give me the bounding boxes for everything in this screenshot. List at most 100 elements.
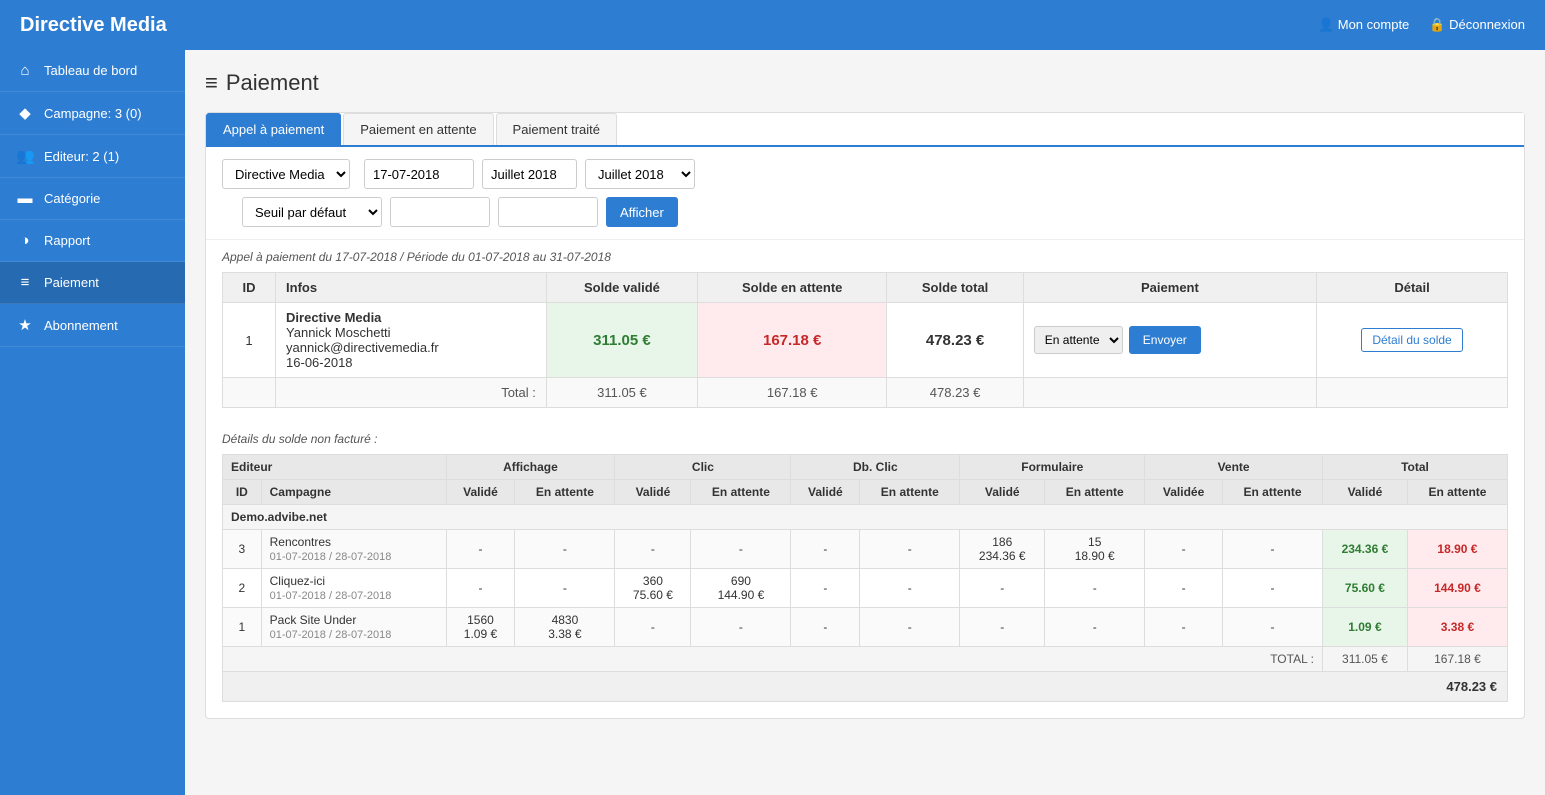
detail-db-v: - (791, 530, 860, 569)
cell-paiement: En attente Envoyé Traité Envoyer (1023, 303, 1316, 378)
contact-email: yannick@directivemedia.fr (286, 340, 439, 355)
date-input[interactable] (364, 159, 474, 189)
detail-clic-v: - (615, 608, 691, 647)
contact-name: Yannick Moschetti (286, 325, 391, 340)
col-editeur-header: Editeur (223, 455, 447, 480)
detail-solde-button[interactable]: Détail du solde (1361, 328, 1462, 352)
detail-db-a: - (860, 569, 960, 608)
subh-total-attente: En attente (1407, 480, 1507, 505)
detail-campagne: Pack Site Under01-07-2018 / 28-07-2018 (261, 608, 446, 647)
company-name: Directive Media (286, 310, 381, 325)
lock-icon: 🔒 (1429, 17, 1449, 32)
sidebar-item-categorie[interactable]: ▬ Catégorie (0, 178, 185, 220)
payment-info-text: Appel à paiement du 17-07-2018 / Période… (206, 240, 1524, 264)
account-icon: 👤 (1318, 17, 1338, 32)
detail-aff-a: 48303.38 € (515, 608, 615, 647)
sidebar-item-label: Campagne: 3 (0) (44, 106, 142, 121)
detail-db-a: - (860, 530, 960, 569)
sidebar-item-rapport[interactable]: ◑ Rapport (0, 220, 185, 262)
detail-table: Editeur Affichage Clic Db. Clic Formulai… (222, 454, 1508, 702)
chart-icon: ◑ (16, 232, 34, 249)
seuil-select[interactable]: Seuil par défaut (242, 197, 382, 227)
detail-grand-total-row: 478.23 € (223, 672, 1508, 702)
detail-id: 3 (223, 530, 262, 569)
detail-table-row: 1 Pack Site Under01-07-2018 / 28-07-2018… (223, 608, 1508, 647)
detail-db-v: - (791, 608, 860, 647)
sidebar-item-editeur[interactable]: 👥 Editeur: 2 (1) (0, 135, 185, 178)
detail-form-a: - (1045, 569, 1145, 608)
month-select[interactable]: Juillet 2018 (585, 159, 695, 189)
col-solde-valide: Solde validé (546, 273, 697, 303)
detail-db-v: - (791, 569, 860, 608)
table-row: 1 Directive Media Yannick Moschetti yann… (223, 303, 1508, 378)
col-solde-attente: Solde en attente (697, 273, 886, 303)
sidebar-item-campagne[interactable]: ◆ Campagne: 3 (0) (0, 92, 185, 135)
subh-campagne: Campagne (261, 480, 446, 505)
cell-detail: Détail du solde (1317, 303, 1508, 378)
detail-total-footer-row: TOTAL : 311.05 € 167.18 € (223, 647, 1508, 672)
group-row: Demo.advibe.net (223, 505, 1508, 530)
subh-db-attente: En attente (860, 480, 960, 505)
tab-paiement-traite[interactable]: Paiement traité (496, 113, 617, 145)
col-clic-header: Clic (615, 455, 791, 480)
users-icon: 👥 (16, 147, 34, 165)
tab-paiement-attente[interactable]: Paiement en attente (343, 113, 493, 145)
app-title: Directive Media (20, 14, 167, 37)
payment-status-select[interactable]: En attente Envoyé Traité (1034, 326, 1123, 354)
cell-id: 1 (223, 303, 276, 378)
sidebar-item-label: Catégorie (44, 191, 100, 206)
main-table-wrapper: ID Infos Solde validé Solde en attente S… (206, 264, 1524, 416)
date-from-input[interactable]: 01-07-2018 (390, 197, 490, 227)
detail-section-title: Détails du solde non facturé : (222, 432, 1508, 446)
subh-clic-valide: Validé (615, 480, 691, 505)
detail-total-footer-valide: 311.05 € (1322, 647, 1407, 672)
detail-form-a: 1518.90 € (1045, 530, 1145, 569)
cell-solde-total: 478.23 € (887, 303, 1023, 378)
envoyer-button[interactable]: Envoyer (1129, 326, 1201, 354)
main-content: ≡ Paiement Appel à paiement Paiement en … (185, 50, 1545, 795)
subh-id: ID (223, 480, 262, 505)
subh-total-valide: Validé (1322, 480, 1407, 505)
tabs-bar: Appel à paiement Paiement en attente Pai… (206, 113, 1524, 147)
deconnexion-link[interactable]: 🔒 Déconnexion (1429, 17, 1525, 33)
page-title: ≡ Paiement (205, 70, 1525, 96)
payment-icon: ≡ (16, 274, 34, 291)
col-infos: Infos (276, 273, 547, 303)
detail-id: 1 (223, 608, 262, 647)
sidebar-item-abonnement[interactable]: ★ Abonnement (0, 304, 185, 347)
col-id: ID (223, 273, 276, 303)
subh-aff-valide: Validé (446, 480, 515, 505)
detail-section: Détails du solde non facturé : Editeur A… (206, 432, 1524, 718)
date-to-input[interactable]: 31-07-2018 (498, 197, 598, 227)
detail-vente-v: - (1145, 569, 1223, 608)
col-detail: Détail (1317, 273, 1508, 303)
total-attente: 167.18 € (697, 378, 886, 408)
detail-aff-v: - (446, 569, 515, 608)
sidebar-item-paiement[interactable]: ≡ Paiement (0, 262, 185, 304)
table-total-row: Total : 311.05 € 167.18 € 478.23 € (223, 378, 1508, 408)
detail-aff-v: 15601.09 € (446, 608, 515, 647)
company-select[interactable]: Directive Media (222, 159, 350, 189)
detail-total-v: 234.36 € (1322, 530, 1407, 569)
detail-table-row: 2 Cliquez-ici01-07-2018 / 28-07-2018 - -… (223, 569, 1508, 608)
detail-aff-v: - (446, 530, 515, 569)
detail-clic-v: - (615, 530, 691, 569)
month-input (482, 159, 577, 189)
detail-vente-v: - (1145, 608, 1223, 647)
sidebar-item-tableau-de-bord[interactable]: ⌂ Tableau de bord (0, 50, 185, 92)
afficher-button[interactable]: Afficher (606, 197, 678, 227)
sidebar-item-label: Tableau de bord (44, 63, 137, 78)
subh-vente-valide: Validée (1145, 480, 1223, 505)
detail-header-row-2: ID Campagne Validé En attente Validé En … (223, 480, 1508, 505)
tab-appel-paiement[interactable]: Appel à paiement (206, 113, 341, 145)
detail-total-a: 144.90 € (1407, 569, 1507, 608)
col-solde-total: Solde total (887, 273, 1023, 303)
detail-vente-v: - (1145, 530, 1223, 569)
mon-compte-link[interactable]: 👤 Mon compte (1318, 17, 1409, 33)
total-label: Total : (276, 378, 547, 408)
detail-form-v: 186234.36 € (960, 530, 1045, 569)
detail-vente-a: - (1223, 608, 1323, 647)
total-valide: 311.05 € (546, 378, 697, 408)
navbar: Directive Media 👤 Mon compte 🔒 Déconnexi… (0, 0, 1545, 50)
col-vente-header: Vente (1145, 455, 1323, 480)
